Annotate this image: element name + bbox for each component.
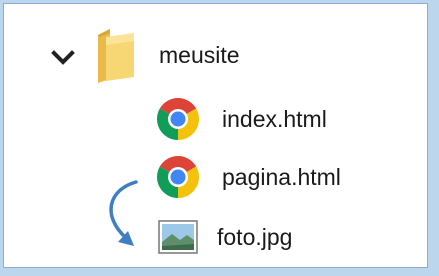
folder-label: meusite <box>159 42 240 68</box>
file-row-pagina-html[interactable]: pagina.html <box>4 152 429 202</box>
file-row-index-html[interactable]: index.html <box>4 94 429 144</box>
file-label: pagina.html <box>222 164 341 190</box>
folder-icon <box>98 29 134 83</box>
image-icon <box>158 220 198 254</box>
file-tree-panel: meusite index.html pagina.html foto.jpg <box>3 3 428 268</box>
chevron-down-icon[interactable] <box>50 48 76 68</box>
curved-arrow-icon <box>109 180 138 246</box>
folder-row-meusite[interactable]: meusite <box>4 4 429 99</box>
file-label: foto.jpg <box>217 224 293 250</box>
chrome-icon <box>156 98 200 140</box>
file-row-foto-jpg[interactable]: foto.jpg <box>4 210 429 260</box>
file-label: index.html <box>222 106 327 132</box>
chrome-icon <box>156 156 200 198</box>
